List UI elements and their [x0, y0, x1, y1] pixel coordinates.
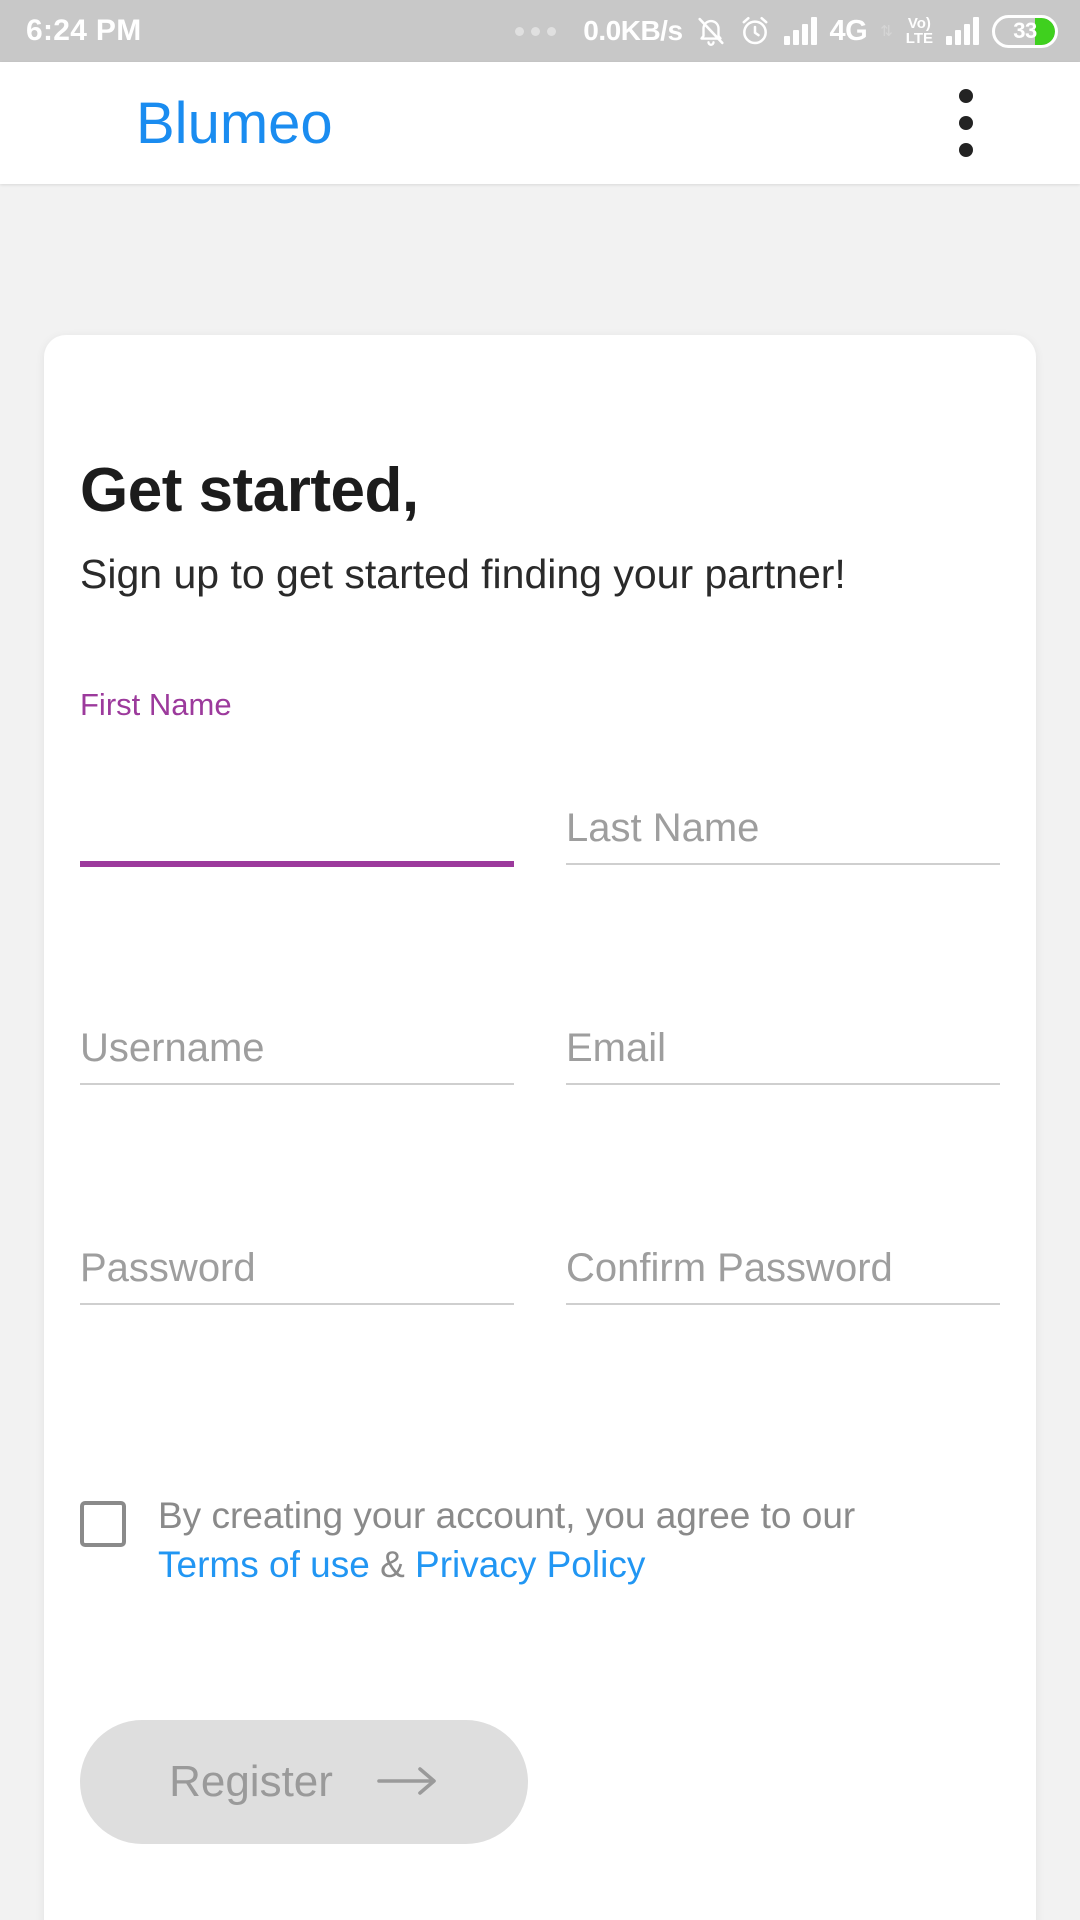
- data-transfer-arrows-icon: ⇅: [880, 22, 893, 40]
- status-time: 6:24 PM: [26, 14, 142, 47]
- email-input[interactable]: [566, 1026, 1000, 1079]
- bell-muted-icon: [696, 15, 726, 47]
- status-bar: 6:24 PM 0.0KB/s 4G ⇅ Vo) LTE 33: [0, 0, 1080, 62]
- overflow-menu-icon[interactable]: [938, 88, 994, 158]
- last-name-input[interactable]: [566, 806, 1000, 859]
- volte-icon: Vo) LTE: [906, 16, 933, 46]
- privacy-policy-link[interactable]: Privacy Policy: [415, 1544, 645, 1585]
- signal-bars-icon: [783, 17, 817, 45]
- terms-checkbox[interactable]: [80, 1501, 126, 1547]
- username-input[interactable]: [80, 1026, 514, 1079]
- form-row-names: First Name: [80, 687, 1000, 907]
- signal-bars-icon-2: [946, 17, 979, 45]
- arrow-right-icon: [377, 1764, 439, 1801]
- confirm-password-input[interactable]: [566, 1246, 1000, 1299]
- terms-agreement-row: By creating your account, you agree to o…: [80, 1491, 1000, 1589]
- field-username[interactable]: [80, 907, 514, 1127]
- status-bar-icons: 0.0KB/s 4G ⇅ Vo) LTE 33: [515, 14, 1058, 48]
- field-email[interactable]: [566, 907, 1000, 1127]
- first-name-label: First Name: [80, 687, 232, 722]
- app-brand-title: Blumeo: [136, 90, 333, 156]
- more-dots-icon: [515, 26, 557, 36]
- registration-form: First Name: [80, 687, 1000, 1347]
- page-title: Get started,: [80, 456, 419, 525]
- terms-separator: &: [369, 1544, 416, 1586]
- page-subtitle: Sign up to get started finding your part…: [80, 551, 846, 597]
- field-last-name[interactable]: [566, 687, 1000, 907]
- app-bar: Blumeo: [0, 62, 1080, 184]
- field-password[interactable]: [80, 1127, 514, 1347]
- alarm-icon: [739, 15, 771, 47]
- field-first-name[interactable]: First Name: [80, 687, 514, 907]
- first-name-input[interactable]: [80, 806, 514, 859]
- volte-bottom-text: LTE: [905, 30, 933, 47]
- password-input[interactable]: [80, 1246, 514, 1299]
- first-name-underline: [80, 861, 514, 867]
- register-button-label: Register: [169, 1757, 333, 1806]
- terms-of-use-link[interactable]: Terms of use: [158, 1544, 370, 1585]
- last-name-underline: [566, 863, 1000, 865]
- field-confirm-password[interactable]: [566, 1127, 1000, 1347]
- terms-text: By creating your account, you agree to o…: [158, 1491, 855, 1589]
- password-underline: [80, 1303, 514, 1305]
- form-row-passwords: [80, 1127, 1000, 1347]
- terms-lead-text: By creating your account, you agree to o…: [158, 1495, 856, 1536]
- username-underline: [80, 1083, 514, 1085]
- email-underline: [566, 1083, 1000, 1085]
- signup-card: Get started, Sign up to get started find…: [44, 335, 1036, 1920]
- battery-percent-text: 33: [1013, 18, 1037, 43]
- signup-screen: 6:24 PM 0.0KB/s 4G ⇅ Vo) LTE 33 Blumeo G…: [0, 0, 1080, 1920]
- confirm-password-underline: [566, 1303, 1000, 1305]
- network-speed-text: 0.0KB/s: [583, 15, 683, 46]
- battery-icon: 33: [992, 14, 1058, 48]
- form-row-account: [80, 907, 1000, 1127]
- network-type-text: 4G: [829, 14, 868, 47]
- register-button[interactable]: Register: [80, 1720, 528, 1844]
